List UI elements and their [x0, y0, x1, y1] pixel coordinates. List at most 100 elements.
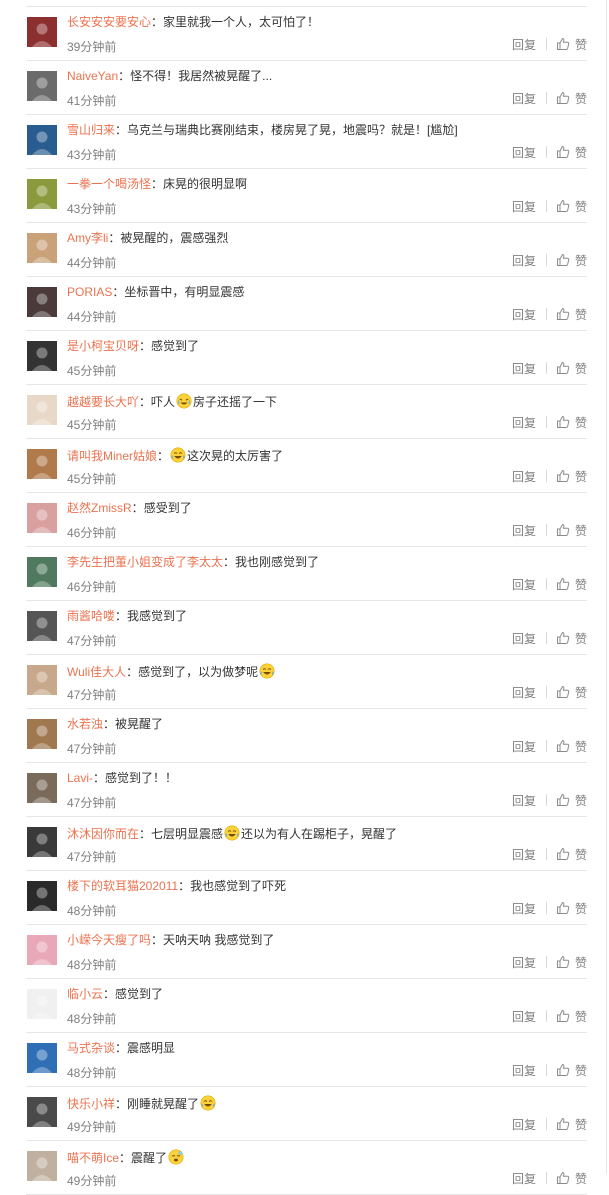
- avatar[interactable]: [27, 827, 57, 857]
- username-link[interactable]: 快乐小祥: [67, 1097, 115, 1111]
- like-button[interactable]: 赞: [556, 468, 587, 485]
- like-button[interactable]: 赞: [556, 1116, 587, 1133]
- like-button[interactable]: 赞: [556, 1062, 587, 1079]
- username-link[interactable]: 雪山归来: [67, 123, 115, 137]
- username-link[interactable]: Amy李li: [67, 231, 108, 245]
- username-link[interactable]: 水若浊: [67, 717, 103, 731]
- avatar[interactable]: [27, 287, 57, 317]
- comment-line: 长安安安要安心：家里就我一个人，太可怕了！: [67, 15, 587, 29]
- avatar[interactable]: [27, 665, 57, 695]
- username-link[interactable]: 越越要长大吖: [67, 395, 139, 409]
- reply-button[interactable]: 回复: [512, 360, 536, 377]
- username-link[interactable]: 赵然ZmissR: [67, 501, 132, 515]
- comment-actions: 回复 赞: [512, 306, 587, 323]
- username-link[interactable]: 请叫我Miner姑娘: [67, 449, 157, 463]
- like-button[interactable]: 赞: [556, 36, 587, 53]
- avatar[interactable]: [27, 17, 57, 47]
- username-link[interactable]: 临小云: [67, 987, 103, 1001]
- avatar[interactable]: [27, 233, 57, 263]
- avatar[interactable]: [27, 935, 57, 965]
- thumbs-up-icon: [556, 740, 570, 752]
- like-button[interactable]: 赞: [556, 684, 587, 701]
- like-label: 赞: [574, 955, 587, 970]
- avatar[interactable]: [27, 503, 57, 533]
- avatar[interactable]: [27, 125, 57, 155]
- reply-button[interactable]: 回复: [512, 90, 536, 107]
- like-button[interactable]: 赞: [556, 792, 587, 809]
- avatar[interactable]: [27, 881, 57, 911]
- username-link[interactable]: 马式杂谈: [67, 1041, 115, 1055]
- comment-item: 李先生把董小姐变成了李太太：我也刚感觉到了 46分钟前 回复 赞: [26, 547, 587, 601]
- like-button[interactable]: 赞: [556, 1170, 587, 1187]
- username-link[interactable]: Lavi-: [67, 771, 93, 785]
- like-button[interactable]: 赞: [556, 738, 587, 755]
- like-button[interactable]: 赞: [556, 90, 587, 107]
- username-link[interactable]: 喵不萌Ice: [67, 1151, 119, 1165]
- avatar[interactable]: [27, 773, 57, 803]
- action-divider: [545, 686, 547, 698]
- username-link[interactable]: PORIAS: [67, 285, 112, 299]
- reply-button[interactable]: 回复: [512, 252, 536, 269]
- comment-time: 45分钟前: [67, 364, 117, 378]
- comment-time: 47分钟前: [67, 688, 117, 702]
- like-label: 赞: [574, 1171, 587, 1186]
- avatar[interactable]: [27, 1043, 57, 1073]
- reply-button[interactable]: 回复: [512, 1170, 536, 1187]
- reply-button[interactable]: 回复: [512, 900, 536, 917]
- username-link[interactable]: 雨酱哈喽: [67, 609, 115, 623]
- like-button[interactable]: 赞: [556, 522, 587, 539]
- like-button[interactable]: 赞: [556, 144, 587, 161]
- reply-button[interactable]: 回复: [512, 738, 536, 755]
- username-link[interactable]: 一拳一个喝汤怪: [67, 177, 151, 191]
- username-link[interactable]: 是小柯宝贝呀: [67, 339, 139, 353]
- username-link[interactable]: 长安安安要安心: [67, 15, 151, 29]
- like-button[interactable]: 赞: [556, 360, 587, 377]
- reply-button[interactable]: 回复: [512, 846, 536, 863]
- username-link[interactable]: 李先生把董小姐变成了李太太: [67, 555, 223, 569]
- username-link[interactable]: Wuli佳大人: [67, 665, 126, 679]
- reply-button[interactable]: 回复: [512, 954, 536, 971]
- avatar[interactable]: [27, 1151, 57, 1181]
- comment-actions: 回复 赞: [512, 36, 587, 53]
- reply-button[interactable]: 回复: [512, 144, 536, 161]
- reply-button[interactable]: 回复: [512, 306, 536, 323]
- username-link[interactable]: NaiveYan: [67, 69, 118, 83]
- like-button[interactable]: 赞: [556, 306, 587, 323]
- avatar[interactable]: [27, 179, 57, 209]
- like-button[interactable]: 赞: [556, 414, 587, 431]
- reply-button[interactable]: 回复: [512, 1116, 536, 1133]
- username-link[interactable]: 小嵘今天瘦了吗: [67, 933, 151, 947]
- reply-button[interactable]: 回复: [512, 198, 536, 215]
- like-button[interactable]: 赞: [556, 846, 587, 863]
- reply-button[interactable]: 回复: [512, 1008, 536, 1025]
- avatar[interactable]: [27, 1097, 57, 1127]
- like-button[interactable]: 赞: [556, 576, 587, 593]
- reply-button[interactable]: 回复: [512, 576, 536, 593]
- avatar[interactable]: [27, 989, 57, 1019]
- reply-button[interactable]: 回复: [512, 414, 536, 431]
- reply-button[interactable]: 回复: [512, 468, 536, 485]
- like-button[interactable]: 赞: [556, 900, 587, 917]
- avatar[interactable]: [27, 71, 57, 101]
- reply-button[interactable]: 回复: [512, 1062, 536, 1079]
- reply-button[interactable]: 回复: [512, 792, 536, 809]
- reply-button[interactable]: 回复: [512, 630, 536, 647]
- reply-button[interactable]: 回复: [512, 684, 536, 701]
- like-button[interactable]: 赞: [556, 252, 587, 269]
- like-label: 赞: [574, 37, 587, 52]
- comment-actions: 回复 赞: [512, 630, 587, 647]
- like-button[interactable]: 赞: [556, 630, 587, 647]
- avatar[interactable]: [27, 719, 57, 749]
- like-button[interactable]: 赞: [556, 198, 587, 215]
- reply-button[interactable]: 回复: [512, 36, 536, 53]
- avatar[interactable]: [27, 395, 57, 425]
- username-link[interactable]: 沐沐因你而在: [67, 827, 139, 841]
- like-button[interactable]: 赞: [556, 954, 587, 971]
- avatar[interactable]: [27, 449, 57, 479]
- reply-button[interactable]: 回复: [512, 522, 536, 539]
- avatar[interactable]: [27, 611, 57, 641]
- avatar[interactable]: [27, 557, 57, 587]
- username-link[interactable]: 楼下的软耳猫202011: [67, 879, 178, 893]
- avatar[interactable]: [27, 341, 57, 371]
- like-button[interactable]: 赞: [556, 1008, 587, 1025]
